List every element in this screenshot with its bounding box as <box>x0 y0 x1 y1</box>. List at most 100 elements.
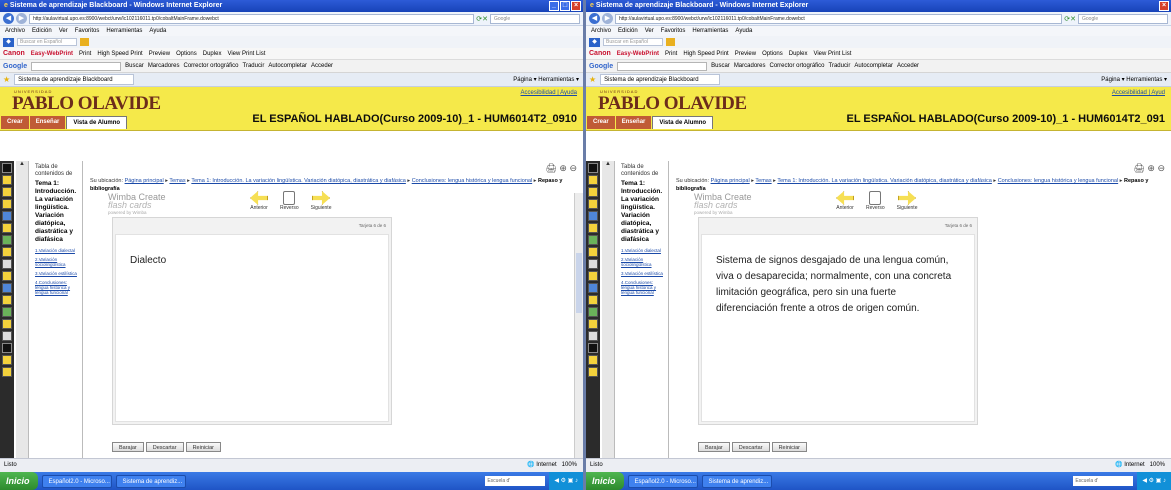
bookmarks-button[interactable]: Marcadores <box>148 63 180 69</box>
flip-card-button[interactable]: Reverso <box>866 191 885 211</box>
zoom-level[interactable]: 100% <box>562 462 577 468</box>
tool-icon[interactable] <box>2 199 12 209</box>
tool-icon[interactable] <box>588 355 598 365</box>
tool-icon[interactable] <box>2 259 12 269</box>
favorites-star-icon[interactable]: ★ <box>589 75 596 84</box>
page-tools-menu[interactable]: Página ▾ Herramientas ▾ <box>513 76 579 83</box>
tool-icon[interactable] <box>588 211 598 221</box>
breadcrumb-link[interactable]: Temas <box>169 178 185 184</box>
browser-tab[interactable]: Sistema de aprendizaje Blackboard <box>14 74 134 85</box>
tool-icon[interactable] <box>588 175 598 185</box>
google-search-input[interactable] <box>617 61 708 71</box>
breadcrumb-link[interactable]: Conclusiones: lengua histórica y lengua … <box>998 178 1118 184</box>
tool-icon[interactable] <box>2 235 12 245</box>
autofill-button[interactable]: Autocompletar <box>854 63 893 69</box>
tool-icon[interactable] <box>2 367 12 377</box>
toc-link[interactable]: 4.Conclusiones: lengua histórica y lengu… <box>621 280 666 295</box>
tool-icon[interactable] <box>2 295 12 305</box>
breadcrumb-link[interactable]: Tema 1: Introducción. La variación lingü… <box>777 178 992 184</box>
tool-icon[interactable] <box>588 187 598 197</box>
toc-link[interactable]: 1.Variación dialectal <box>35 248 80 253</box>
translate-button[interactable]: Traducir <box>243 63 265 69</box>
tool-icon[interactable] <box>588 283 598 293</box>
start-button[interactable]: Inicio <box>0 472 38 490</box>
spellcheck-button[interactable]: Corrector ortográfico <box>770 63 825 69</box>
refresh-stop-icons[interactable]: ⟳✕ <box>1064 15 1076 23</box>
menu-ayuda[interactable]: Ayuda <box>735 26 752 36</box>
print-button[interactable]: Print <box>79 51 91 57</box>
back-button[interactable]: ◀ <box>3 13 14 24</box>
view-print-list-button[interactable]: View Print List <box>227 51 265 57</box>
web-search-input[interactable]: Google <box>1078 13 1168 24</box>
reset-button[interactable]: Reiniciar <box>185 442 221 452</box>
page-action-icons[interactable]: 🖨 ⊕ ⊖ <box>1133 163 1165 174</box>
taskbar-item-word[interactable]: Español2.0 - Microso... <box>627 474 698 488</box>
toc-scrollbar[interactable]: ▲ <box>602 161 615 458</box>
translate-button[interactable]: Traducir <box>829 63 851 69</box>
toc-section[interactable]: Tema 1: Introducción. La variación lingü… <box>35 180 80 244</box>
menu-ver[interactable]: Ver <box>645 26 654 36</box>
duplex-button[interactable]: Duplex <box>203 51 222 57</box>
live-search-input[interactable]: Buscar en Español <box>603 38 663 46</box>
toc-section[interactable]: Tema 1: Introducción. La variación lingü… <box>621 180 666 244</box>
tool-icon[interactable] <box>2 247 12 257</box>
tool-icon[interactable] <box>2 223 12 233</box>
sign-in-button[interactable]: Acceder <box>311 63 333 69</box>
flashcard[interactable]: Dialecto <box>115 234 389 422</box>
taskbar-item-browser[interactable]: Sistema de aprendiz... <box>115 474 186 488</box>
url-input[interactable]: http://aulavirtual.upo.es:8900/webct/urw… <box>615 13 1063 24</box>
url-input[interactable]: http://aulavirtual.upo.es:8900/webct/urw… <box>29 13 475 24</box>
tool-icon[interactable] <box>2 283 12 293</box>
bookmarks-button[interactable]: Marcadores <box>734 63 766 69</box>
view-print-list-button[interactable]: View Print List <box>813 51 851 57</box>
tool-icon[interactable] <box>2 355 12 365</box>
accessibility-help-link[interactable]: Accesibilidad | Ayud <box>1112 90 1165 96</box>
preview-button[interactable]: Preview <box>735 51 756 57</box>
ensenar-button[interactable]: Enseñar <box>29 116 66 129</box>
easy-webprint-label[interactable]: Easy-WebPrint <box>617 51 659 57</box>
taskbar-item-browser[interactable]: Sistema de aprendiz... <box>701 474 772 488</box>
tool-icon[interactable] <box>588 367 598 377</box>
tool-icon[interactable] <box>588 163 598 173</box>
scroll-thumb[interactable] <box>576 253 582 313</box>
content-scrollbar[interactable] <box>574 193 583 458</box>
tool-icon[interactable] <box>2 271 12 281</box>
scroll-up-icon[interactable]: ▲ <box>16 161 28 167</box>
menu-ver[interactable]: Ver <box>59 26 68 36</box>
live-search-go-button[interactable] <box>80 38 89 46</box>
zoom-level[interactable]: 100% <box>1150 462 1165 468</box>
breadcrumb-link[interactable]: Página principal <box>125 178 164 184</box>
live-search-go-button[interactable] <box>666 38 675 46</box>
toc-link[interactable]: 2.Variación sociolingüística <box>621 257 666 267</box>
tool-icon[interactable] <box>2 163 12 173</box>
toc-scrollbar[interactable]: ▲ <box>16 161 29 458</box>
next-card-button[interactable]: Siguiente <box>311 191 331 211</box>
toc-link[interactable]: 3.Variación estilística <box>621 271 666 276</box>
sign-in-button[interactable]: Acceder <box>897 63 919 69</box>
taskbar-search-input[interactable]: Escuela d' <box>485 476 546 486</box>
flip-card-button[interactable]: Reverso <box>280 191 299 211</box>
tool-icon[interactable] <box>2 343 12 353</box>
toc-link[interactable]: 2.Variación sociolingüística <box>35 257 80 267</box>
google-search-button[interactable]: Buscar <box>711 63 730 69</box>
tool-icon[interactable] <box>588 319 598 329</box>
close-button[interactable]: × <box>571 1 581 11</box>
tool-icon[interactable] <box>2 319 12 329</box>
refresh-stop-icons[interactable]: ⟳✕ <box>476 15 488 23</box>
google-search-input[interactable] <box>31 61 122 71</box>
high-speed-print-button[interactable]: High Speed Print <box>683 51 728 57</box>
ensenar-button[interactable]: Enseñar <box>615 116 652 129</box>
discard-button[interactable]: Descartar <box>731 442 770 452</box>
tool-icon[interactable] <box>588 247 598 257</box>
tool-icon[interactable] <box>588 343 598 353</box>
previous-card-button[interactable]: Anterior <box>836 191 854 211</box>
duplex-button[interactable]: Duplex <box>789 51 808 57</box>
preview-button[interactable]: Preview <box>149 51 170 57</box>
spellcheck-button[interactable]: Corrector ortográfico <box>184 63 239 69</box>
breadcrumb-link[interactable]: Tema 1: Introducción. La variación lingü… <box>191 178 406 184</box>
reset-button[interactable]: Reiniciar <box>771 442 807 452</box>
tool-icon[interactable] <box>588 331 598 341</box>
menu-ayuda[interactable]: Ayuda <box>149 26 166 36</box>
options-button[interactable]: Options <box>176 51 197 57</box>
shuffle-button[interactable]: Barajar <box>698 442 730 452</box>
